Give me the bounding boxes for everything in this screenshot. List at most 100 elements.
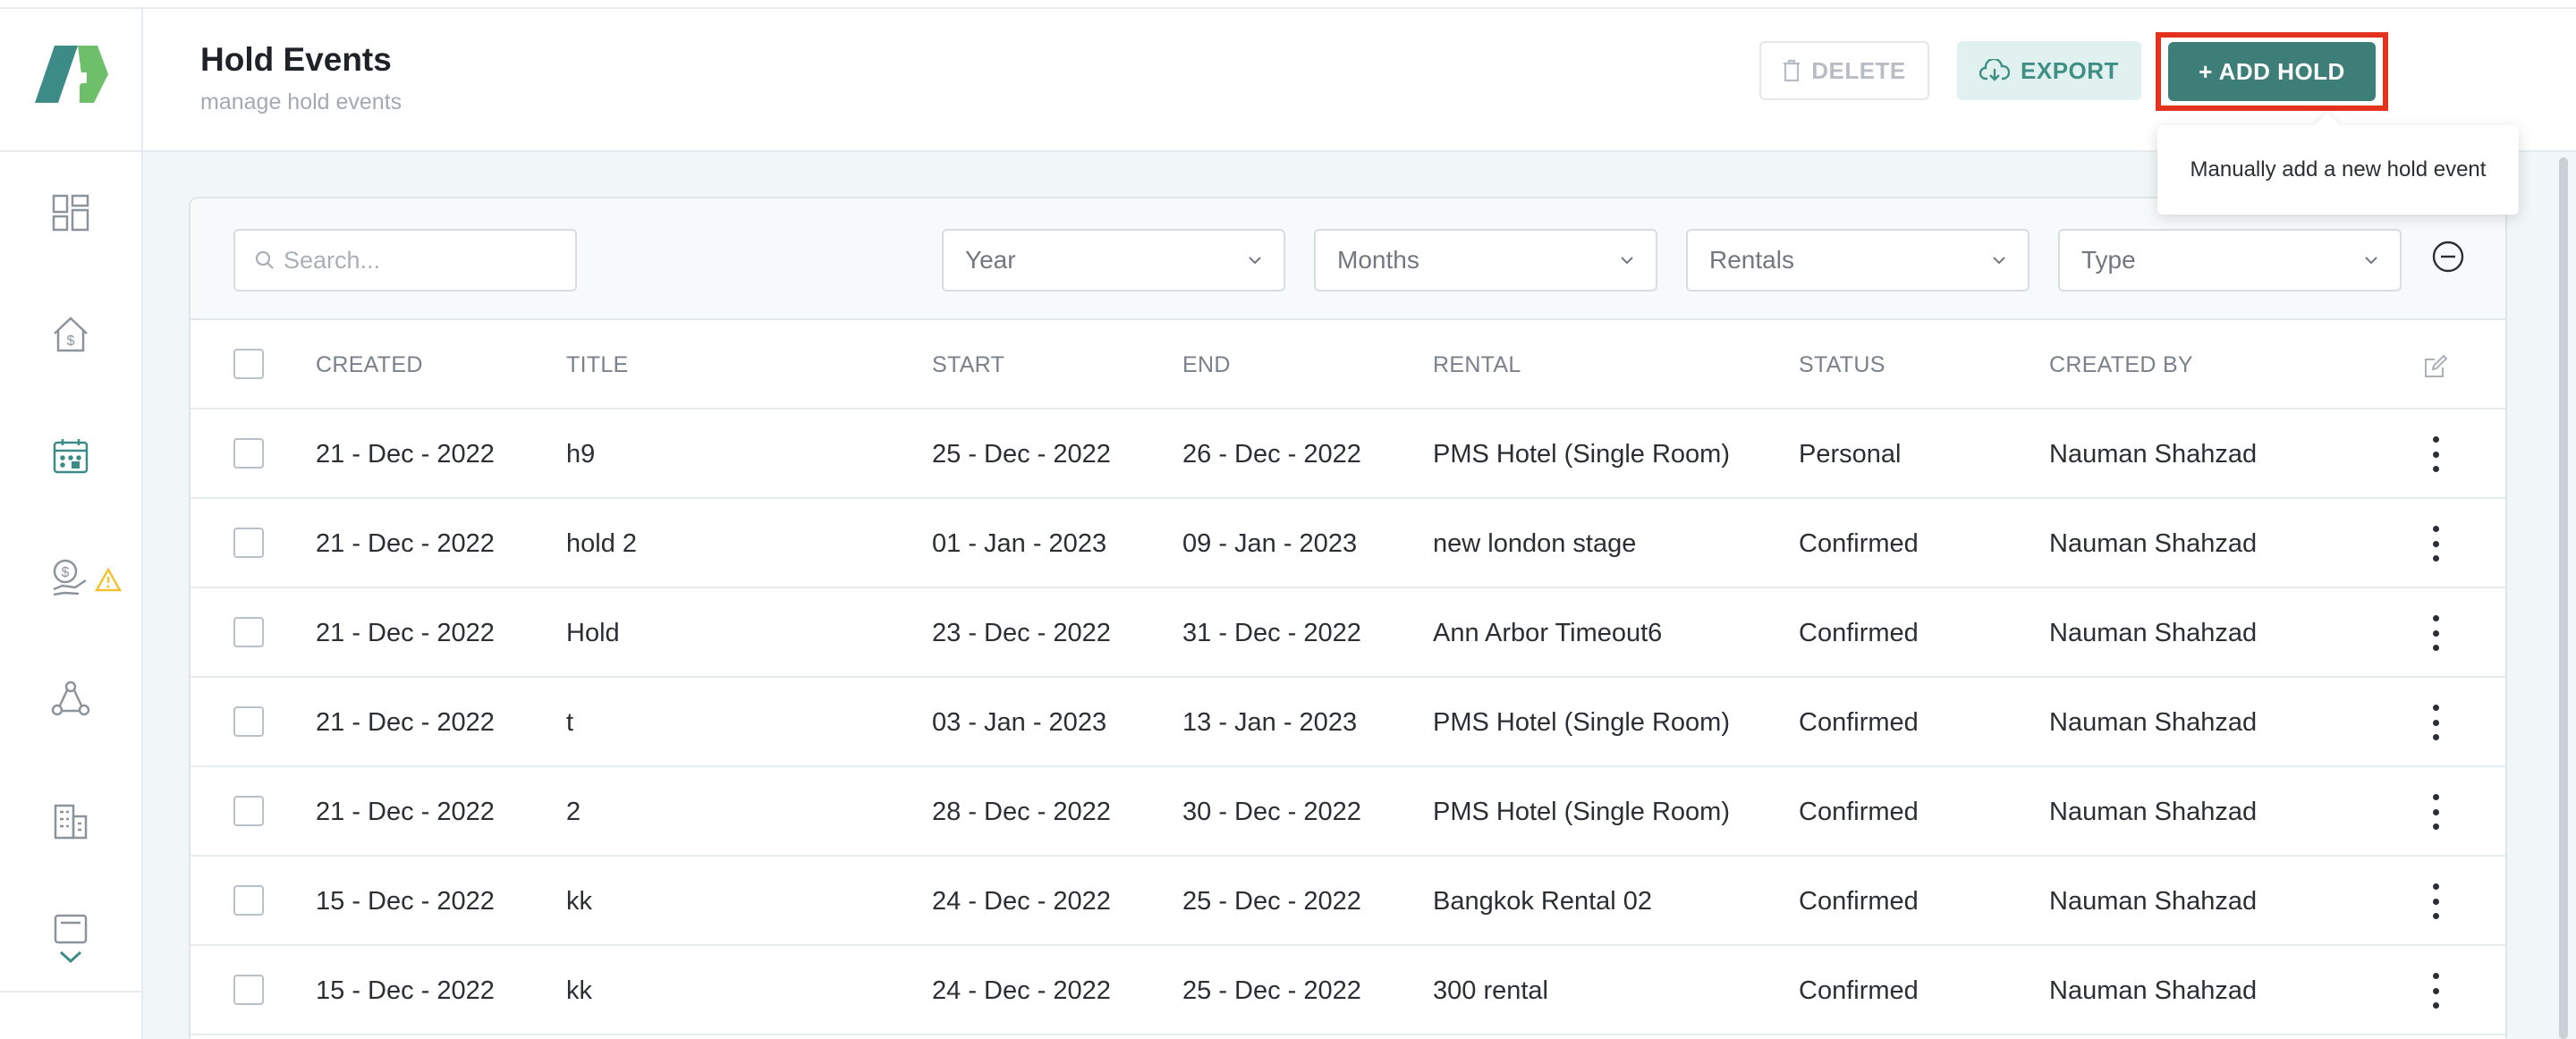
building-icon <box>54 804 88 840</box>
cell-end: 31 - Dec - 2022 <box>1182 619 1361 647</box>
logo[interactable] <box>0 9 141 152</box>
export-button[interactable]: EXPORT <box>1957 41 2141 100</box>
type-select[interactable]: Type <box>2058 229 2402 291</box>
cell-rental: PMS Hotel (Single Room) <box>1433 440 1730 469</box>
row-actions-icon[interactable] <box>2427 705 2445 740</box>
sidebar-item-calendar[interactable] <box>0 420 141 492</box>
cell-created-by: Nauman Shahzad <box>2049 708 2258 737</box>
cell-status: Confirmed <box>1799 529 1919 558</box>
column-header-created[interactable]: CREATED <box>316 352 423 378</box>
column-header-created-by[interactable]: CREATED BY <box>2049 352 2193 378</box>
cell-status: Confirmed <box>1799 708 1919 737</box>
sidebar-divider <box>0 991 141 993</box>
page-subtitle: manage hold events <box>200 89 402 114</box>
cell-end: 09 - Jan - 2023 <box>1182 529 1358 558</box>
row-actions-icon[interactable] <box>2427 794 2445 830</box>
table-row[interactable]: 21 - Dec - 2022 Hold 23 - Dec - 2022 31 - D… <box>191 588 2505 678</box>
search-icon <box>255 250 274 269</box>
months-select[interactable]: Months <box>1314 229 1657 291</box>
row-actions-icon[interactable] <box>2427 526 2445 562</box>
network-icon <box>51 680 90 716</box>
column-header-status[interactable]: STATUS <box>1799 352 1885 378</box>
collapse-filters-icon[interactable] <box>2431 240 2465 274</box>
row-checkbox[interactable] <box>233 617 264 647</box>
house-dollar-icon: $ <box>54 317 88 352</box>
add-hold-highlight: + ADD HOLD <box>2156 32 2388 111</box>
row-checkbox[interactable] <box>233 528 264 558</box>
search-input[interactable] <box>284 246 570 275</box>
table-row[interactable]: 21 - Dec - 2022 hold 2 01 - Jan - 2023 09 -… <box>191 499 2505 588</box>
sidebar-item-rentals[interactable]: $ <box>0 299 141 370</box>
cell-end: 26 - Dec - 2022 <box>1182 440 1361 469</box>
delete-button[interactable]: DELETE <box>1759 41 1929 100</box>
column-header-start[interactable]: START <box>932 352 1004 378</box>
cell-title: kk <box>566 887 592 916</box>
cell-start: 03 - Jan - 2023 <box>932 708 1107 737</box>
table-row[interactable]: 21 - Dec - 2022 t 03 - Jan - 2023 13 - Jan … <box>191 678 2505 767</box>
cell-title: t <box>566 708 574 737</box>
chevron-down-icon <box>2365 257 2377 265</box>
edit-columns-icon[interactable] <box>2423 354 2448 379</box>
add-hold-button[interactable]: + ADD HOLD <box>2168 42 2376 101</box>
cell-start: 28 - Dec - 2022 <box>932 798 1111 826</box>
cell-status: Confirmed <box>1799 619 1919 647</box>
row-checkbox[interactable] <box>233 438 264 469</box>
cell-created: 15 - Dec - 2022 <box>316 976 495 1005</box>
cell-created: 21 - Dec - 2022 <box>316 798 495 826</box>
rentals-select[interactable]: Rentals <box>1686 229 2029 291</box>
sidebar-item-payments[interactable]: $ <box>0 542 141 613</box>
row-actions-icon[interactable] <box>2427 973 2445 1009</box>
cell-created: 21 - Dec - 2022 <box>316 708 495 737</box>
sidebar-item-network[interactable] <box>0 663 141 735</box>
chevron-down-icon <box>59 950 82 964</box>
cell-status: Confirmed <box>1799 798 1919 826</box>
chevron-down-icon <box>1993 257 2005 265</box>
column-header-title[interactable]: TITLE <box>566 352 629 378</box>
chevron-down-icon <box>1621 257 1633 265</box>
table-row[interactable]: 21 - Dec - 2022 h9 25 - Dec - 2022 26 - Dec… <box>191 410 2505 499</box>
sidebar-scroll-more[interactable] <box>0 939 141 975</box>
payment-icon: $ <box>53 559 87 596</box>
year-select[interactable]: Year <box>942 229 1285 291</box>
cell-title: 2 <box>566 798 581 826</box>
sidebar-item-dashboard[interactable] <box>0 177 141 249</box>
cell-created: 21 - Dec - 2022 <box>316 619 495 647</box>
cell-status: Personal <box>1799 440 1902 469</box>
sidebar-item-properties[interactable] <box>0 785 141 857</box>
row-checkbox[interactable] <box>233 885 264 916</box>
cell-start: 24 - Dec - 2022 <box>932 887 1111 916</box>
cell-start: 01 - Jan - 2023 <box>932 529 1107 558</box>
table-row[interactable]: 21 - Dec - 2022 2 28 - Dec - 2022 30 - Dec … <box>191 767 2505 857</box>
row-checkbox[interactable] <box>233 975 264 1005</box>
months-select-value: Months <box>1337 246 1419 274</box>
cell-created: 21 - Dec - 2022 <box>316 440 495 469</box>
svg-text:$: $ <box>67 334 75 349</box>
filter-bar: Year Months Rentals Type <box>191 199 2505 320</box>
table-row[interactable]: 15 - Dec - 2022 kk 24 - Dec - 2022 25 - Dec… <box>191 857 2505 946</box>
row-actions-icon[interactable] <box>2427 883 2445 919</box>
hold-events-table-card: Year Months Rentals Type CREATED TITLE S… <box>189 197 2507 1039</box>
tooltip-text: Manually add a new hold event <box>2190 157 2487 182</box>
select-all-checkbox[interactable] <box>233 349 264 379</box>
cell-start: 25 - Dec - 2022 <box>932 440 1111 469</box>
cloud-download-icon <box>1979 59 2011 81</box>
type-select-value: Type <box>2081 246 2136 274</box>
page-title: Hold Events <box>200 41 392 78</box>
column-header-end[interactable]: END <box>1182 352 1231 378</box>
year-select-value: Year <box>965 246 1016 274</box>
row-actions-icon[interactable] <box>2427 615 2445 651</box>
cell-title: h9 <box>566 440 596 469</box>
page-scrollbar[interactable] <box>2559 157 2568 1039</box>
cell-rental: new london stage <box>1433 529 1637 558</box>
cell-start: 23 - Dec - 2022 <box>932 619 1111 647</box>
table-row[interactable]: 15 - Dec - 2022 kk 24 - Dec - 2022 25 - Dec… <box>191 946 2505 1035</box>
cell-created-by: Nauman Shahzad <box>2049 798 2258 826</box>
row-checkbox[interactable] <box>233 796 264 826</box>
cell-rental: Bangkok Rental 02 <box>1433 887 1653 916</box>
cell-end: 13 - Jan - 2023 <box>1182 708 1358 737</box>
cell-title: hold 2 <box>566 529 638 558</box>
dashboard-icon <box>52 194 89 232</box>
column-header-rental[interactable]: RENTAL <box>1433 352 1521 378</box>
row-checkbox[interactable] <box>233 706 264 737</box>
row-actions-icon[interactable] <box>2427 436 2445 472</box>
